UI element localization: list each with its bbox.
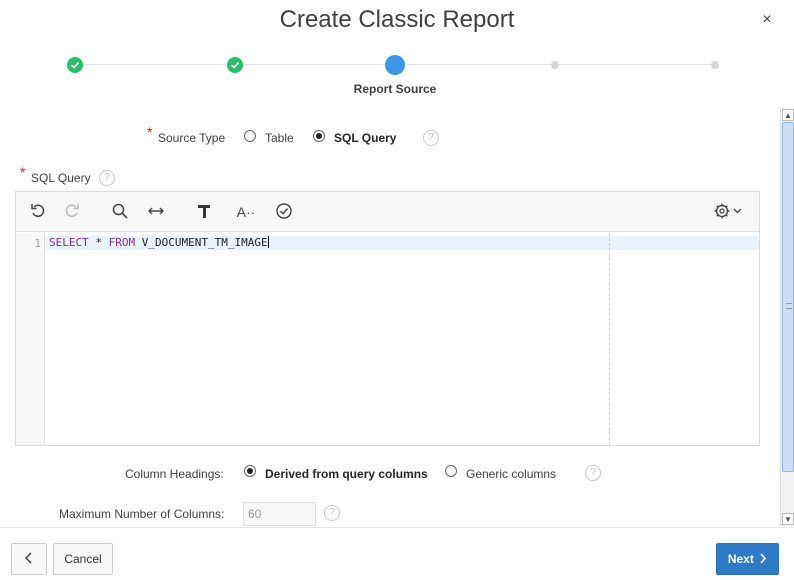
sql-code[interactable]: SELECT * FROM V_DOCUMENT_TM_IMAGE <box>49 236 269 250</box>
scroll-up-icon[interactable]: ▲ <box>782 109 794 121</box>
text-cursor <box>267 236 269 248</box>
text-style-icon[interactable]: A·· <box>234 202 258 222</box>
radio-generic-columns[interactable] <box>445 465 457 477</box>
code-text: * <box>88 236 109 249</box>
radio-source-table[interactable] <box>244 130 256 142</box>
redo-icon[interactable] <box>62 202 82 222</box>
check-icon <box>70 61 80 69</box>
ruler-guide <box>609 233 610 445</box>
source-type-help-icon[interactable]: ? <box>423 130 439 146</box>
max-columns-label: Maximum Number of Columns: <box>59 507 225 521</box>
source-type-label: Source Type <box>158 131 226 145</box>
chevron-left-icon <box>24 552 32 564</box>
line-number: 1 <box>34 237 41 250</box>
expand-width-icon[interactable] <box>146 202 166 222</box>
dialog-footer: Cancel Next <box>0 527 794 580</box>
wizard-step-4 <box>551 61 559 69</box>
max-columns-help-icon[interactable]: ? <box>324 505 340 521</box>
max-columns-input[interactable]: 60 <box>243 502 316 526</box>
wizard-step-5 <box>711 61 719 69</box>
scroll-down-icon[interactable]: ▼ <box>782 513 794 525</box>
check-icon <box>230 61 240 69</box>
close-icon[interactable]: × <box>758 10 776 30</box>
wizard-step-3-current <box>385 55 405 75</box>
editor-toolbar: A·· <box>16 192 759 232</box>
next-button-label: Next <box>727 552 754 566</box>
radio-derived-columns[interactable] <box>244 465 256 477</box>
wizard-step-1-complete <box>67 57 83 73</box>
line-gutter: 1 <box>16 233 45 445</box>
column-headings-help-icon[interactable]: ? <box>585 465 601 481</box>
code-keyword: FROM <box>108 236 136 249</box>
column-headings-label: Column Headings: <box>125 467 224 481</box>
radio-source-table-label[interactable]: Table <box>265 131 294 145</box>
radio-generic-columns-label[interactable]: Generic columns <box>466 467 556 481</box>
code-text: V_DOCUMENT_TM_IMAGE <box>135 236 268 249</box>
wizard-step-2-complete <box>227 57 243 73</box>
required-marker: * <box>20 164 26 180</box>
search-icon[interactable] <box>110 202 130 222</box>
validate-icon[interactable] <box>274 202 294 222</box>
gear-icon[interactable] <box>713 202 745 222</box>
code-keyword: SELECT <box>49 236 89 249</box>
radio-source-sql-query-label[interactable]: SQL Query <box>334 131 396 145</box>
hammer-icon[interactable] <box>194 202 214 222</box>
next-button[interactable]: Next <box>716 543 779 575</box>
dialog-title: Create Classic Report <box>279 6 515 33</box>
required-marker: * <box>147 124 153 140</box>
sql-query-label: SQL Query <box>31 171 91 185</box>
back-button[interactable] <box>11 543 47 575</box>
code-editor[interactable]: A·· 1 SELECT * FROM V_DOCUMENT_TM_IMAGE <box>15 191 760 446</box>
cancel-button[interactable]: Cancel <box>53 543 113 575</box>
wizard-current-label: Report Source <box>353 82 437 96</box>
chevron-right-icon <box>760 553 767 564</box>
undo-icon[interactable] <box>28 202 48 222</box>
radio-source-sql-query[interactable] <box>313 130 325 142</box>
sql-query-help-icon[interactable]: ? <box>99 170 115 186</box>
grip-icon <box>786 303 792 309</box>
scroll-thumb[interactable] <box>782 122 794 472</box>
radio-derived-columns-label[interactable]: Derived from query columns <box>265 467 428 481</box>
vertical-scrollbar[interactable]: ▲ ▼ <box>780 108 794 526</box>
